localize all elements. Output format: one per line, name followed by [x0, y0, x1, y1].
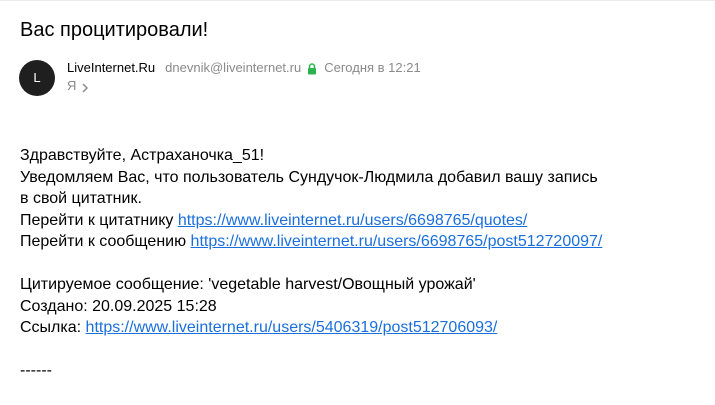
- source-link-line: Ссылка: https://www.liveinternet.ru/user…: [20, 317, 700, 339]
- top-divider: [0, 0, 715, 1]
- post-label: Перейти к сообщению: [20, 233, 187, 250]
- notice-text-line2: в свой цитатник.: [20, 190, 142, 207]
- quoted-message-text: Цитируемое сообщение: 'vegetable harvest…: [20, 276, 476, 293]
- separator-text: ------: [20, 362, 52, 379]
- sender-row: LiveInternet.Ru dnevnik@liveinternet.ru …: [67, 59, 421, 77]
- sender-email[interactable]: dnevnik@liveinternet.ru: [165, 59, 301, 77]
- sender-name[interactable]: LiveInternet.Ru: [67, 59, 155, 77]
- email-view: Вас процитировали! L LiveInternet.Ru dne…: [0, 0, 715, 405]
- quotes-line: Перейти к цитатнику https://www.liveinte…: [20, 210, 700, 232]
- quotes-label: Перейти к цитатнику: [20, 211, 174, 229]
- notice-text-line1: Уведомляем Вас, что пользователь Сундучо…: [20, 168, 598, 186]
- greeting-text: Здравствуйте, Астраханочка_51!: [20, 147, 265, 164]
- post-link[interactable]: https://www.liveinternet.ru/users/669876…: [191, 233, 603, 250]
- post-line: Перейти к сообщению https://www.liveinte…: [20, 231, 700, 253]
- source-link[interactable]: https://www.liveinternet.ru/users/540631…: [86, 319, 498, 336]
- email-body: Здравствуйте, Астраханочка_51! Уведомляе…: [20, 145, 700, 382]
- email-subject: Вас процитировали!: [20, 19, 209, 41]
- email-date: Сегодня в 12:21: [324, 60, 421, 75]
- created-date-text: Создано: 20.09.2025 15:28: [20, 297, 217, 315]
- lock-icon: [307, 62, 317, 75]
- quotes-link[interactable]: https://www.liveinternet.ru/users/669876…: [178, 212, 528, 229]
- recipient-toggle[interactable]: Я: [67, 78, 89, 94]
- chevron-right-icon: [82, 81, 89, 93]
- sender-avatar[interactable]: L: [19, 60, 55, 96]
- recipient-label: Я: [67, 78, 77, 93]
- source-link-label: Ссылка:: [20, 319, 82, 336]
